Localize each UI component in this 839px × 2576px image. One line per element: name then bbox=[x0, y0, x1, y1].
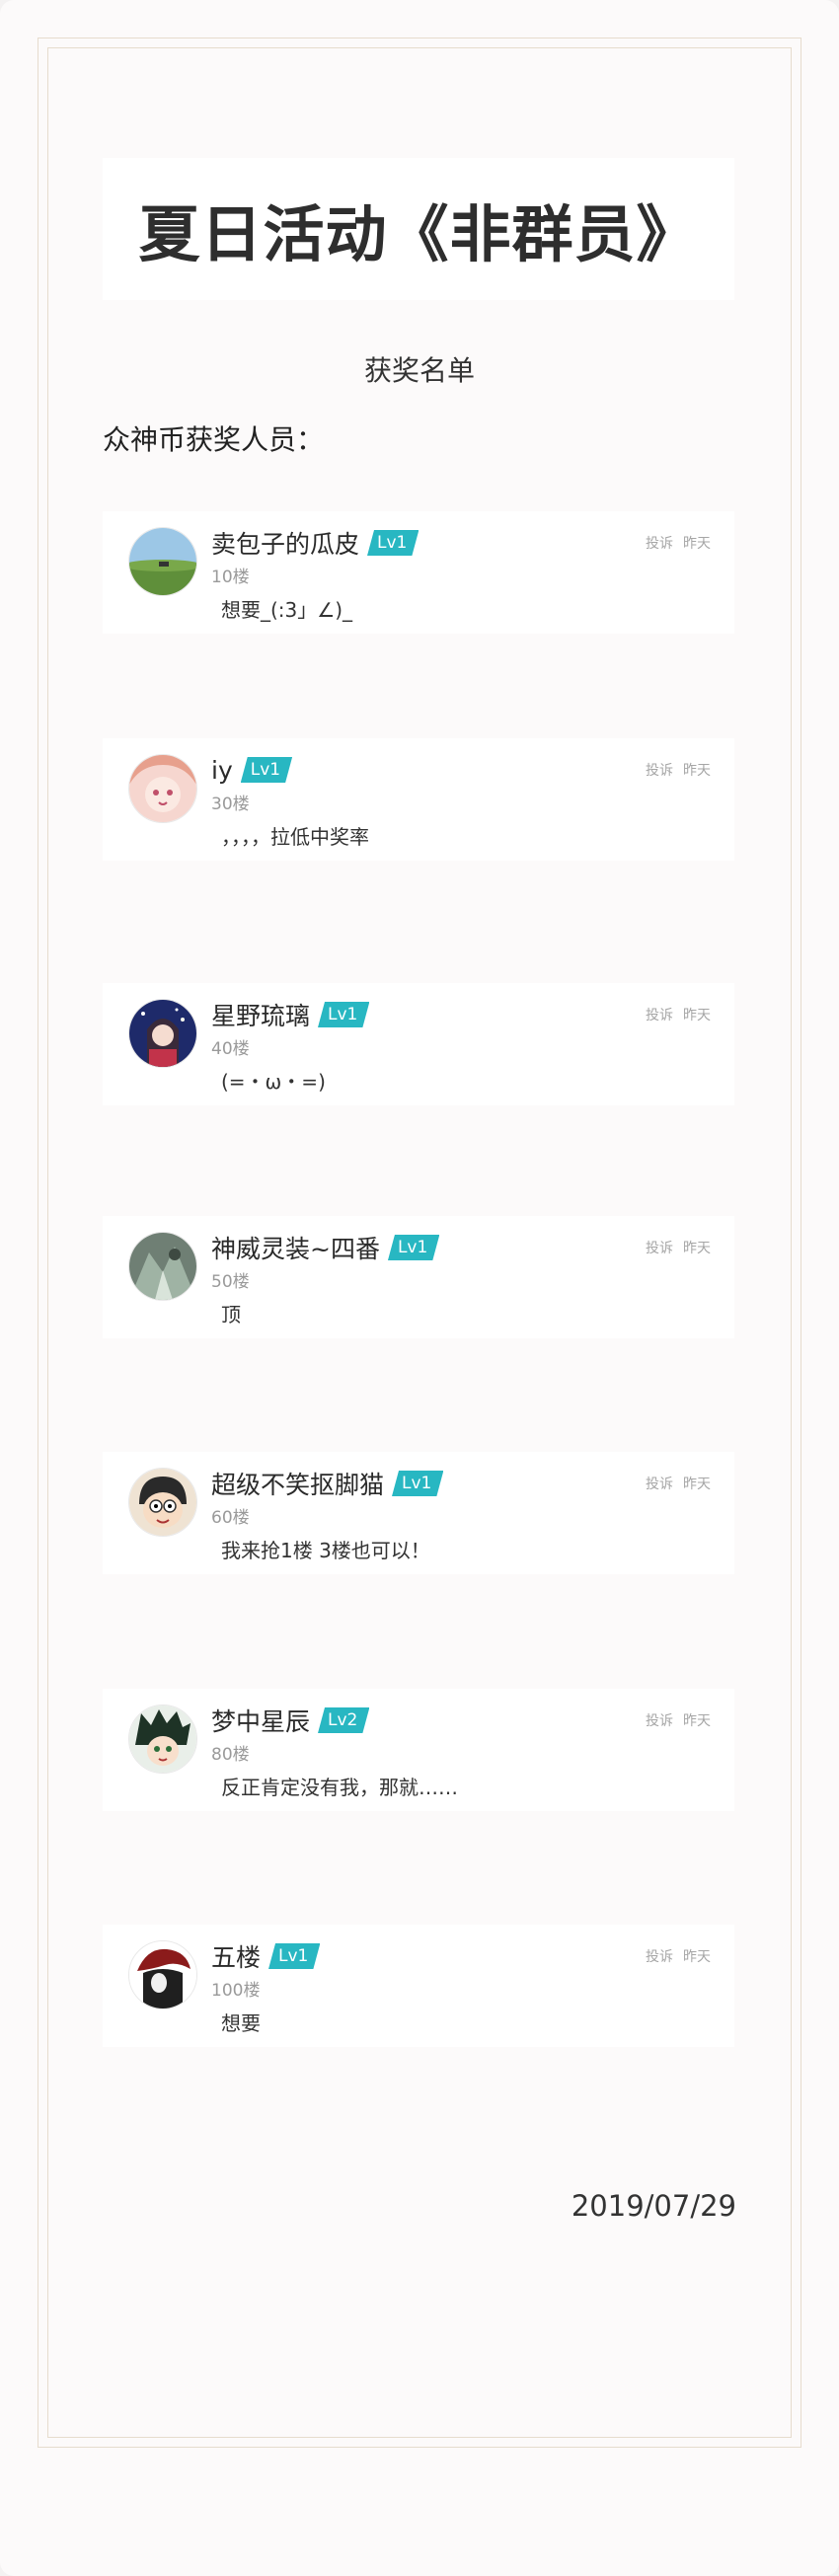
report-link[interactable]: 投诉 bbox=[646, 1949, 673, 1965]
report-link[interactable]: 投诉 bbox=[646, 1008, 673, 1023]
date-stamp: 2019/07/29 bbox=[571, 2189, 736, 2223]
anime-girl-night-avatar[interactable] bbox=[128, 999, 197, 1068]
comment-text: ，，，，拉低中奖率 bbox=[221, 825, 369, 849]
level-badge: Lv1 bbox=[392, 1471, 443, 1496]
post-card: 五楼 Lv1 100楼 投诉 昨天 想要 bbox=[103, 1925, 734, 2047]
username[interactable]: 超级不笑抠脚猫 bbox=[211, 1466, 384, 1501]
section-label: 众神币获奖人员： bbox=[103, 423, 325, 456]
comment-text: 想要 bbox=[221, 2011, 261, 2035]
floor-number: 60楼 bbox=[211, 1508, 250, 1528]
landscape-avatar[interactable] bbox=[128, 527, 197, 596]
post-time: 昨天 bbox=[683, 536, 711, 552]
post-card: iy Lv1 30楼 投诉 昨天 ，，，，拉低中奖率 bbox=[103, 738, 734, 861]
post-card: 神威灵装~四番 Lv1 50楼 投诉 昨天 顶 bbox=[103, 1216, 734, 1338]
comment-text: 想要_(:3」∠)_ bbox=[221, 598, 352, 622]
level-badge: Lv1 bbox=[367, 530, 419, 556]
post-actions: 投诉 昨天 bbox=[646, 533, 711, 553]
red-hair-character-avatar[interactable] bbox=[128, 1940, 197, 2009]
floor-number: 40楼 bbox=[211, 1039, 250, 1059]
username[interactable]: 星野琉璃 bbox=[211, 997, 310, 1032]
post-card: 超级不笑抠脚猫 Lv1 60楼 投诉 昨天 我来抢1楼 3楼也可以！ bbox=[103, 1452, 734, 1574]
username[interactable]: 卖包子的瓜皮 bbox=[211, 525, 359, 561]
name-row: 卖包子的瓜皮 Lv1 bbox=[211, 525, 419, 561]
name-row: 五楼 Lv1 bbox=[211, 1938, 320, 1974]
report-link[interactable]: 投诉 bbox=[646, 1477, 673, 1492]
username[interactable]: 五楼 bbox=[211, 1938, 261, 1974]
post-card: 梦中星辰 Lv2 80楼 投诉 昨天 反正肯定没有我，那就…… bbox=[103, 1689, 734, 1811]
level-badge: Lv1 bbox=[318, 1002, 369, 1027]
post-actions: 投诉 昨天 bbox=[646, 1474, 711, 1493]
name-row: 梦中星辰 Lv2 bbox=[211, 1703, 369, 1738]
anime-boy-avatar[interactable] bbox=[128, 1705, 197, 1774]
username[interactable]: iy bbox=[211, 756, 233, 785]
floor-number: 100楼 bbox=[211, 1981, 261, 2001]
post-actions: 投诉 昨天 bbox=[646, 1710, 711, 1730]
floor-number: 10楼 bbox=[211, 568, 250, 587]
report-link[interactable]: 投诉 bbox=[646, 763, 673, 779]
post-card: 星野琉璃 Lv1 40楼 投诉 昨天 (=・ω・=) bbox=[103, 983, 734, 1105]
winners-list-heading: 获奖名单 bbox=[363, 354, 475, 387]
username[interactable]: 神威灵装~四番 bbox=[211, 1230, 380, 1265]
username[interactable]: 梦中星辰 bbox=[211, 1703, 310, 1738]
page: 夏日活动《非群员》 获奖名单 众神币获奖人员： 卖包子的瓜皮 Lv1 10楼 投… bbox=[0, 0, 839, 2576]
post-actions: 投诉 昨天 bbox=[646, 1005, 711, 1024]
name-row: 超级不笑抠脚猫 Lv1 bbox=[211, 1466, 443, 1501]
name-row: 神威灵装~四番 Lv1 bbox=[211, 1230, 439, 1265]
comment-text: 反正肯定没有我，那就…… bbox=[221, 1776, 458, 1799]
name-row: iy Lv1 bbox=[211, 752, 292, 788]
post-actions: 投诉 昨天 bbox=[646, 1946, 711, 1966]
post-time: 昨天 bbox=[683, 1241, 711, 1256]
floor-number: 30楼 bbox=[211, 795, 250, 814]
report-link[interactable]: 投诉 bbox=[646, 1241, 673, 1256]
title-banner: 夏日活动《非群员》 bbox=[103, 158, 734, 300]
floor-number: 50楼 bbox=[211, 1272, 250, 1292]
comment-text: 顶 bbox=[221, 1303, 241, 1326]
post-time: 昨天 bbox=[683, 1477, 711, 1492]
report-link[interactable]: 投诉 bbox=[646, 536, 673, 552]
floor-number: 80楼 bbox=[211, 1745, 250, 1765]
page-title: 夏日活动《非群员》 bbox=[138, 198, 699, 270]
comment-text: (=・ω・=) bbox=[221, 1070, 326, 1094]
cartoon-boy-avatar[interactable] bbox=[128, 1468, 197, 1537]
post-time: 昨天 bbox=[683, 1713, 711, 1729]
post-time: 昨天 bbox=[683, 1008, 711, 1023]
report-link[interactable]: 投诉 bbox=[646, 1713, 673, 1729]
post-card: 卖包子的瓜皮 Lv1 10楼 投诉 昨天 想要_(:3」∠)_ bbox=[103, 511, 734, 634]
post-time: 昨天 bbox=[683, 1949, 711, 1965]
level-badge: Lv1 bbox=[268, 1943, 320, 1969]
post-time: 昨天 bbox=[683, 763, 711, 779]
level-badge: Lv1 bbox=[241, 757, 292, 783]
post-actions: 投诉 昨天 bbox=[646, 1238, 711, 1257]
comment-text: 我来抢1楼 3楼也可以！ bbox=[221, 1539, 430, 1562]
level-badge: Lv1 bbox=[388, 1235, 439, 1260]
level-badge: Lv2 bbox=[318, 1707, 369, 1733]
anime-girl-pink-avatar[interactable] bbox=[128, 754, 197, 823]
green-art-avatar[interactable] bbox=[128, 1232, 197, 1301]
name-row: 星野琉璃 Lv1 bbox=[211, 997, 369, 1032]
post-actions: 投诉 昨天 bbox=[646, 760, 711, 780]
